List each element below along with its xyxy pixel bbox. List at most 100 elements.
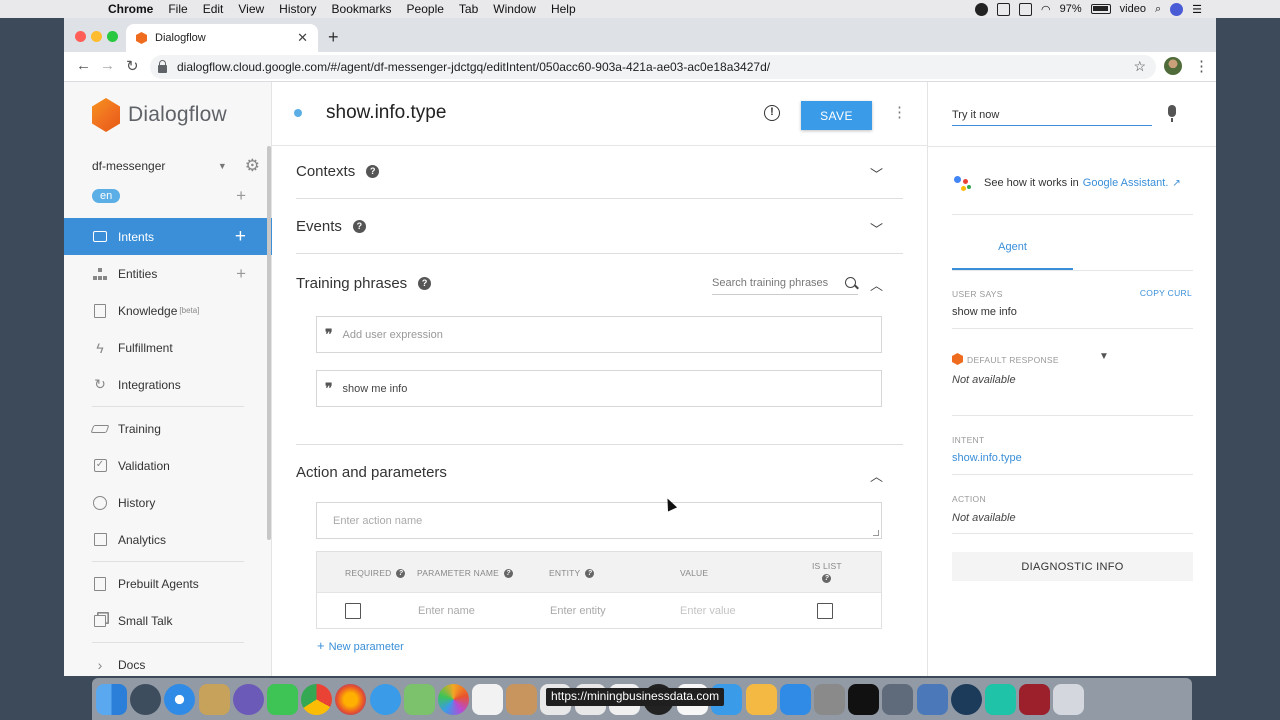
quicktime-icon[interactable] <box>950 683 982 715</box>
preview-icon[interactable] <box>198 683 230 715</box>
gear-icon[interactable]: ⚙ <box>245 156 260 176</box>
wifi-icon[interactable]: ◠ <box>1041 3 1051 16</box>
webstorm-icon[interactable] <box>984 683 1016 715</box>
help-icon[interactable]: ? <box>504 568 513 578</box>
help-icon[interactable]: ? <box>418 277 432 290</box>
new-parameter-link[interactable]: + New parameter <box>317 638 404 653</box>
help-icon[interactable]: ? <box>352 220 366 233</box>
display-icon[interactable] <box>1019 2 1033 16</box>
more-options-icon[interactable]: ⋮ <box>892 103 907 121</box>
sidebar-item-validation[interactable]: ✓ Validation <box>64 447 272 484</box>
copy-curl-button[interactable]: COPY CURL <box>1140 288 1192 298</box>
menu-tab[interactable]: Tab <box>459 2 478 16</box>
diagnostic-info-button[interactable]: DIAGNOSTIC INFO <box>952 552 1193 581</box>
google-assistant-link[interactable]: Google Assistant. <box>1083 177 1169 189</box>
notification-center-icon[interactable]: ☰ <box>1192 3 1202 16</box>
siri-icon[interactable] <box>1170 2 1184 16</box>
chevron-down-icon[interactable]: ▼ <box>1099 351 1109 362</box>
alert-icon[interactable]: ! <box>764 105 780 121</box>
dialogflow-logo[interactable]: Dialogflow <box>92 98 227 132</box>
add-entity-icon[interactable]: + <box>236 264 246 284</box>
try-it-now-input[interactable]: Try it now <box>952 104 1152 126</box>
intent-link[interactable]: show.info.type <box>952 452 1022 464</box>
facetime-icon[interactable] <box>266 683 298 715</box>
menu-app-name[interactable]: Chrome <box>108 2 153 16</box>
bookmark-star-icon[interactable]: ☆ <box>1133 58 1146 75</box>
menu-view[interactable]: View <box>238 2 264 16</box>
spotlight-icon[interactable]: ⌕ <box>1155 3 1161 16</box>
zoom-window-button[interactable] <box>107 31 118 42</box>
battery-icon[interactable] <box>1090 4 1111 14</box>
is-list-checkbox[interactable] <box>817 603 833 619</box>
minimize-window-button[interactable] <box>91 31 102 42</box>
chevron-down-icon[interactable]: ﹀ <box>870 219 883 238</box>
pages-icon[interactable] <box>745 683 777 715</box>
mbd-app-icon[interactable] <box>1019 683 1051 715</box>
contacts-icon[interactable] <box>506 683 538 715</box>
sidebar-item-history[interactable]: History <box>64 484 272 521</box>
safari-icon[interactable] <box>164 683 196 715</box>
lock-icon[interactable] <box>158 59 167 73</box>
reload-icon[interactable]: ↻ <box>126 57 139 75</box>
new-tab-icon[interactable]: + <box>328 27 339 48</box>
save-button[interactable]: SAVE <box>801 101 872 130</box>
firefox-icon[interactable] <box>335 683 367 715</box>
system-preferences-icon[interactable] <box>813 683 845 715</box>
microphone-icon[interactable] <box>1168 105 1176 122</box>
finder-icon[interactable] <box>96 683 127 715</box>
photos-icon[interactable] <box>437 683 469 715</box>
menu-people[interactable]: People <box>407 2 444 16</box>
help-icon[interactable]: ? <box>585 568 595 578</box>
sidebar-item-fulfillment[interactable]: ϟ Fulfillment <box>64 329 272 366</box>
messages-icon[interactable] <box>369 683 401 715</box>
sidebar-item-small-talk[interactable]: Small Talk <box>64 602 272 639</box>
help-icon[interactable]: ? <box>396 568 406 578</box>
sidebar-item-prebuilt-agents[interactable]: Prebuilt Agents <box>64 565 272 602</box>
language-badge[interactable]: en <box>92 189 121 203</box>
parameter-name-input[interactable]: Enter name <box>418 605 475 617</box>
forward-icon[interactable]: → <box>100 57 115 74</box>
textedit-icon[interactable] <box>472 683 504 715</box>
menu-bookmarks[interactable]: Bookmarks <box>332 2 392 16</box>
events-section[interactable]: Events ? ﹀ <box>296 218 903 238</box>
apple-tv-icon[interactable] <box>848 683 880 715</box>
photo-booth-icon[interactable] <box>232 683 264 715</box>
address-bar[interactable]: dialogflow.cloud.google.com/#/agent/df-m… <box>150 55 1156 79</box>
search-icon[interactable] <box>845 277 856 288</box>
menu-edit[interactable]: Edit <box>203 2 224 16</box>
app-store-icon[interactable] <box>779 683 811 715</box>
chevron-up-icon[interactable]: ︿ <box>870 275 883 294</box>
agent-selector[interactable]: df-messenger ▼ ⚙ <box>92 156 260 176</box>
trash-icon[interactable] <box>1053 683 1085 715</box>
intent-name-field[interactable]: show.info.type <box>326 102 446 124</box>
disk-utility-icon[interactable] <box>882 683 914 715</box>
action-name-input[interactable]: Enter action name <box>316 502 882 539</box>
chevron-down-icon[interactable]: ▼ <box>218 161 227 171</box>
status-icon[interactable] <box>975 2 989 16</box>
close-window-button[interactable] <box>75 31 86 42</box>
required-checkbox[interactable] <box>345 603 361 619</box>
chevron-down-icon[interactable]: ﹀ <box>870 164 883 183</box>
help-icon[interactable]: ? <box>822 574 832 583</box>
external-link-icon[interactable]: ↗ <box>1172 178 1180 189</box>
add-language-icon[interactable]: + <box>236 186 246 206</box>
chrome-menu-icon[interactable]: ⋮ <box>1194 57 1209 75</box>
back-icon[interactable]: ← <box>76 57 91 74</box>
sidebar-item-training[interactable]: Training <box>64 410 272 447</box>
profile-avatar[interactable] <box>1164 57 1182 75</box>
add-user-expression-input[interactable]: ❞ Add user expression <box>316 316 882 353</box>
sidebar-item-integrations[interactable]: ↻ Integrations <box>64 366 272 403</box>
menu-help[interactable]: Help <box>551 2 576 16</box>
training-phrase-row[interactable]: ❞ show me info <box>316 370 882 407</box>
sidebar-item-docs[interactable]: › Docs <box>64 646 272 676</box>
sidebar-item-intents[interactable]: Intents + <box>64 218 272 255</box>
tab-agent[interactable]: Agent <box>952 240 1073 270</box>
user-name[interactable]: video <box>1120 3 1146 15</box>
menu-history[interactable]: History <box>279 2 316 16</box>
close-tab-icon[interactable]: ✕ <box>297 30 308 46</box>
image-capture-icon[interactable] <box>916 683 948 715</box>
entity-input[interactable]: Enter entity <box>550 605 606 617</box>
sidebar-scrollbar[interactable] <box>267 146 271 540</box>
chevron-up-icon[interactable]: ︿ <box>870 466 883 485</box>
help-icon[interactable]: ? <box>366 165 380 178</box>
